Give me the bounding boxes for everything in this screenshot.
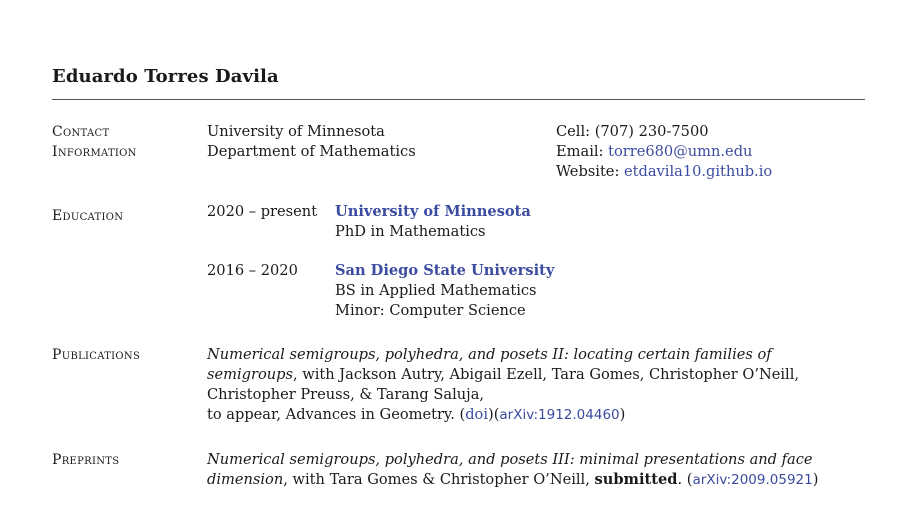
website-row: Website: etdavila10.github.io (556, 162, 772, 182)
publication-venue: to appear, Advances in Geometry. (207, 406, 455, 423)
doi-link[interactable]: doi (465, 406, 488, 423)
education-dates: 2020 – present (207, 203, 318, 220)
website-label: Website: (556, 163, 620, 180)
education-detail: BS in Applied Mathematics (335, 282, 537, 299)
education-detail: PhD in Mathematics (335, 223, 486, 240)
education-institution[interactable]: San Diego State University (335, 261, 554, 281)
education-dates: 2016 – 2020 (207, 262, 298, 279)
section-label-contact: Contact Information (52, 122, 137, 162)
cell-label: Cell: (556, 123, 591, 140)
website-link[interactable]: etdavila10.github.io (624, 163, 772, 180)
section-label-education: Education (52, 208, 124, 224)
cv-page: Eduardo Torres Davila Contact Informatio… (0, 0, 913, 507)
page-title: Eduardo Torres Davila (52, 66, 279, 87)
arxiv-link[interactable]: arXiv:1912.04460 (499, 407, 619, 423)
publication-authors: with Jackson Autry, Abigail Ezell, Tara … (207, 366, 800, 403)
preprint-status: submitted (594, 471, 678, 488)
section-label-preprints: Preprints (52, 452, 120, 468)
header-divider (52, 99, 865, 100)
preprint-authors: with Tara Gomes & Christopher O’Neill, (292, 471, 590, 488)
email-link[interactable]: torre680@umn.edu (608, 143, 752, 160)
address-line: Department of Mathematics (207, 143, 416, 160)
education-detail: Minor: Computer Science (335, 302, 526, 319)
address-line: University of Minnesota (207, 123, 385, 140)
email-label: Email: (556, 143, 604, 160)
cell-value: (707) 230-7500 (594, 123, 709, 140)
email-row: Email: torre680@umn.edu (556, 142, 752, 162)
section-label-publications: Publications (52, 347, 141, 363)
cell-row: Cell: (707) 230-7500 (556, 122, 709, 142)
publication-entry: Numerical semigroups, polyhedra, and pos… (207, 346, 800, 423)
section-label-line: Information (52, 144, 137, 160)
arxiv-link[interactable]: arXiv:2009.05921 (693, 472, 813, 488)
preprint-entry: Numerical semigroups, polyhedra, and pos… (207, 451, 819, 488)
education-institution[interactable]: University of Minnesota (335, 202, 531, 222)
section-label-line: Contact (52, 124, 110, 140)
